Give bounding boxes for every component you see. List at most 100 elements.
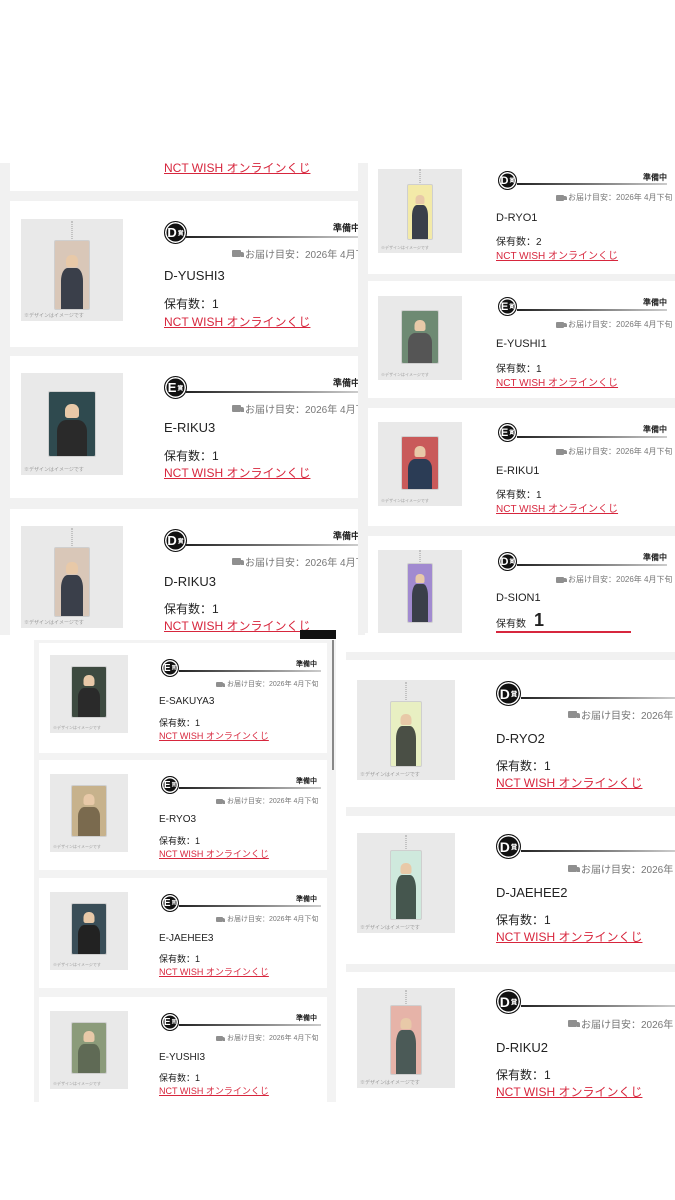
image-note: ※デザインはイメージです	[24, 467, 84, 473]
lottery-link[interactable]: NCT WISH オンラインくじ	[164, 617, 310, 634]
quantity: 保有数	[496, 619, 526, 630]
progress-bar	[517, 309, 667, 311]
card-d-jaehee2[interactable]: ※デザインはイメージです D賞 お届け目安：2026年 4月下旬 D-JAEHE…	[346, 816, 675, 964]
card-d-riku3[interactable]: ※デザインはイメージです D賞 準備中 お届け目安：2026年 4月下旬 D-R…	[10, 509, 358, 635]
quantity: 保有数：1	[496, 490, 542, 501]
delivery-eta: お届け目安：2026年 4月下旬	[216, 679, 318, 689]
quantity: 保有数：1	[496, 913, 551, 927]
status-label: 準備中	[333, 223, 358, 233]
progress-bar	[179, 670, 321, 672]
progress-bar	[186, 391, 358, 393]
image-note: ※デザインはイメージです	[360, 1080, 420, 1086]
card-d-sion1[interactable]: D賞 準備中 お届け目安：2026年 4月下旬 D-SION1 保有数 1	[368, 536, 675, 633]
lottery-link[interactable]: NCT WISH オンラインくじ	[164, 163, 310, 176]
image-note: ※デザインはイメージです	[381, 498, 429, 503]
product-image: ※デザインはイメージです	[378, 422, 462, 506]
truck-icon	[556, 448, 567, 455]
product-image: ※デザインはイメージです	[50, 1011, 128, 1089]
panel-bottom-left: ※デザインはイメージです E賞 準備中 お届け目安：2026年 4月下旬 E-S…	[34, 640, 336, 1102]
truck-icon	[232, 405, 245, 412]
delivery-eta: お届け目安：2026年 4月下旬	[556, 446, 672, 457]
lottery-link[interactable]: NCT WISH オンラインくじ	[496, 928, 642, 945]
lottery-link[interactable]: NCT WISH オンラインくじ	[496, 1083, 642, 1100]
product-title: D-SION1	[496, 592, 541, 604]
product-image: ※デザインはイメージです	[50, 774, 128, 852]
progress-bar	[179, 787, 321, 789]
quantity: 保有数：1	[496, 759, 551, 773]
product-image: ※デザインはイメージです	[357, 833, 455, 933]
lottery-link[interactable]: NCT WISH オンラインくじ	[164, 464, 310, 481]
image-note: ※デザインはイメージです	[360, 772, 420, 778]
truck-icon	[568, 711, 581, 718]
truck-icon	[216, 681, 226, 687]
quantity: 保有数：1	[164, 449, 219, 463]
lottery-link[interactable]: NCT WISH オンラインくじ	[496, 247, 618, 262]
delivery-eta: お届け目安：2026年 4月下旬	[556, 319, 672, 330]
product-title: D-RYO1	[496, 212, 538, 224]
lottery-link[interactable]: NCT WISH オンラインくじ	[164, 313, 310, 330]
truck-icon	[232, 558, 245, 565]
product-title: E-RIKU3	[164, 420, 216, 435]
lottery-link[interactable]: NCT WISH オンラインくじ	[159, 729, 269, 742]
card-e-yushi1[interactable]: ※デザインはイメージです E賞 準備中 お届け目安：2026年 4月下旬 E-Y…	[368, 281, 675, 398]
status-label: 準備中	[296, 896, 317, 903]
prize-badge: D賞	[498, 171, 517, 190]
card-e-riku1[interactable]: ※デザインはイメージです E賞 準備中 お届け目安：2026年 4月下旬 E-R…	[368, 408, 675, 526]
delivery-eta: お届け目安：2026年 4月下旬	[216, 1033, 318, 1043]
truck-icon	[232, 250, 245, 257]
delivery-eta: お届け目安：2026年 4月下旬	[568, 1016, 675, 1031]
card-e-sakuya3[interactable]: ※デザインはイメージです E賞 準備中 お届け目安：2026年 4月下旬 E-S…	[39, 643, 327, 753]
prize-badge: D賞	[164, 221, 187, 244]
card-e-riku3[interactable]: ※デザインはイメージです E賞 準備中 お届け目安：2026年 4月下旬 E-R…	[10, 356, 358, 498]
progress-bar	[186, 544, 358, 546]
image-note: ※デザインはイメージです	[381, 372, 429, 377]
lottery-link[interactable]: NCT WISH オンラインくじ	[496, 774, 642, 791]
card-d-yushi3[interactable]: ※デザインはイメージです D賞 準備中 お届け目安：2026年 4月下旬 D-Y…	[10, 201, 358, 347]
card-d-ryo2[interactable]: ※デザインはイメージです D賞 お届け目安：2026年 4月下旬 D-RYO2 …	[346, 660, 675, 807]
progress-bar	[517, 564, 667, 566]
progress-bar	[517, 183, 667, 185]
lottery-link[interactable]: NCT WISH オンラインくじ	[496, 374, 618, 389]
lottery-link[interactable]: NCT WISH オンラインくじ	[496, 500, 618, 515]
panel-top-right: ※デザインはイメージです D賞 準備中 お届け目安：2026年 4月下旬 D-R…	[365, 163, 675, 633]
lottery-link[interactable]: NCT WISH オンラインくじ	[159, 1084, 269, 1097]
image-note: ※デザインはイメージです	[24, 620, 84, 626]
card-e-yushi3[interactable]: ※デザインはイメージです E賞 準備中 お届け目安：2026年 4月下旬 E-Y…	[39, 997, 327, 1102]
lottery-link[interactable]: NCT WISH オンラインくじ	[159, 965, 269, 978]
quantity: 保有数：1	[496, 1068, 551, 1082]
product-title: E-YUSHI1	[496, 338, 547, 350]
product-image: ※デザインはイメージです	[21, 373, 123, 475]
truck-icon	[216, 798, 226, 804]
progress-bar	[179, 905, 321, 907]
delivery-eta: お届け目安：2026年 4月下旬	[556, 574, 672, 585]
image-note: ※デザインはイメージです	[53, 1081, 101, 1086]
card-d-riku2[interactable]: ※デザインはイメージです D賞 お届け目安：2026年 4月下旬 D-RIKU2…	[346, 972, 675, 1102]
card-e-ryo3[interactable]: ※デザインはイメージです E賞 準備中 お届け目安：2026年 4月下旬 E-R…	[39, 760, 327, 870]
delivery-eta: お届け目安：2026年 4月下旬	[568, 707, 675, 722]
truck-icon	[216, 916, 226, 922]
product-title: D-JAEHEE2	[496, 885, 568, 900]
quantity: 保有数：1	[159, 1073, 201, 1083]
quantity: 保有数：1	[159, 718, 201, 728]
status-label: 準備中	[643, 173, 667, 182]
card-partial-top[interactable]: NCT WISH オンラインくじ	[10, 163, 358, 191]
product-image	[378, 550, 462, 633]
image-note: ※デザインはイメージです	[53, 962, 101, 967]
quantity: 保有数：1	[159, 954, 201, 964]
scrollbar[interactable]	[332, 640, 334, 770]
image-note: ※デザインはイメージです	[381, 245, 429, 250]
card-d-ryo1[interactable]: ※デザインはイメージです D賞 準備中 お届け目安：2026年 4月下旬 D-R…	[368, 163, 675, 274]
prize-badge: E賞	[498, 297, 517, 316]
status-label: 準備中	[643, 425, 667, 434]
delivery-eta: お届け目安：2026年 4月下旬	[232, 554, 358, 569]
lottery-link[interactable]: NCT WISH オンラインくじ	[159, 847, 269, 860]
link-fragment	[496, 631, 631, 633]
progress-bar	[521, 1005, 675, 1007]
truck-icon	[568, 1020, 581, 1027]
delivery-eta: お届け目安：2026年 4月下旬	[568, 861, 675, 876]
prize-badge: E賞	[498, 423, 517, 442]
image-note: ※デザインはイメージです	[24, 313, 84, 319]
card-e-jaehee3[interactable]: ※デザインはイメージです E賞 準備中 お届け目安：2026年 4月下旬 E-J…	[39, 878, 327, 988]
prize-badge: E賞	[161, 776, 179, 794]
image-note: ※デザインはイメージです	[53, 725, 101, 730]
